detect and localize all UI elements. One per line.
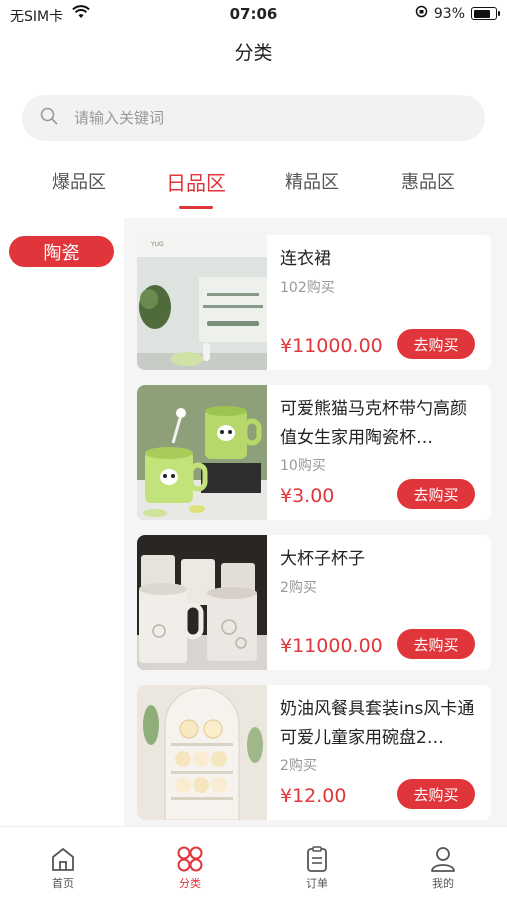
svg-text:YUG: YUG bbox=[150, 241, 164, 248]
product-price: ¥3.00 bbox=[280, 485, 335, 507]
product-price: ¥12.00 bbox=[280, 785, 347, 807]
search-input[interactable] bbox=[72, 108, 436, 128]
tab-label: 精品区 bbox=[285, 172, 339, 193]
product-card[interactable]: 可爱熊猫马克杯带勺高颜值女生家用陶瓷杯… 10购买 ¥3.00 去购买 bbox=[137, 385, 491, 520]
product-card[interactable]: 奶油风餐具套装ins风卡通可爱儿童家用碗盘2… 2购买 ¥12.00 去购买 bbox=[137, 685, 491, 820]
order-icon bbox=[277, 845, 357, 873]
tab-huipin[interactable]: 惠品区 bbox=[378, 168, 478, 194]
sold-count: 2购买 bbox=[280, 758, 317, 774]
user-icon bbox=[403, 845, 483, 873]
tabbar-item-orders[interactable]: 订单 bbox=[277, 845, 357, 891]
tab-active-indicator bbox=[179, 206, 213, 209]
tab-ripin[interactable]: 日品区 bbox=[146, 167, 246, 209]
tabbar-label: 我的 bbox=[432, 877, 454, 890]
search-bar[interactable] bbox=[22, 95, 485, 141]
product-card[interactable]: 大杯子杯子 2购买 ¥11000.00 去购买 bbox=[137, 535, 491, 670]
zone-tabs: 爆品区 日品区 精品区 惠品区 bbox=[0, 167, 507, 209]
status-right: 93% bbox=[415, 5, 500, 22]
product-image-panda-mug bbox=[137, 385, 267, 520]
tab-baopin[interactable]: 爆品区 bbox=[29, 168, 129, 194]
product-name: 奶油风餐具套装ins风卡通可爱儿童家用碗盘2… bbox=[280, 699, 475, 748]
product-name: 连衣裙 bbox=[280, 249, 331, 269]
home-icon bbox=[23, 845, 103, 873]
orientation-lock-icon bbox=[415, 5, 428, 22]
category-sidebar bbox=[0, 218, 124, 826]
tab-label: 日品区 bbox=[166, 171, 226, 195]
product-name: 大杯子杯子 bbox=[280, 549, 365, 569]
tabbar-label: 首页 bbox=[52, 877, 74, 890]
sidebar-item-ceramics[interactable]: 陶瓷 bbox=[9, 236, 114, 267]
product-price: ¥11000.00 bbox=[280, 335, 383, 357]
product-card[interactable]: YUG 连衣裙 102购买 ¥11000.00 去购买 bbox=[137, 235, 491, 370]
product-list[interactable]: YUG 连衣裙 102购买 ¥11000.00 去购买 可爱熊猫马克杯带勺高颜值… bbox=[124, 218, 507, 826]
tab-label: 惠品区 bbox=[401, 172, 455, 193]
battery-percent: 93% bbox=[433, 5, 465, 22]
product-name: 可爱熊猫马克杯带勺高颜值女生家用陶瓷杯… bbox=[280, 399, 467, 448]
product-image-dress: YUG bbox=[137, 235, 267, 370]
page-title: 分类 bbox=[234, 42, 273, 64]
category-icon bbox=[150, 845, 230, 873]
tab-label: 爆品区 bbox=[52, 172, 106, 193]
tabbar-label: 订单 bbox=[306, 877, 328, 890]
buy-button[interactable]: 去购买 bbox=[397, 779, 475, 809]
tabbar-label: 分类 bbox=[179, 877, 201, 890]
battery-icon bbox=[471, 7, 500, 20]
buy-button[interactable]: 去购买 bbox=[397, 329, 475, 359]
product-image-cups bbox=[137, 535, 267, 670]
search-icon bbox=[40, 107, 58, 129]
product-image-tableware bbox=[137, 685, 267, 820]
tab-jingpin[interactable]: 精品区 bbox=[262, 168, 362, 194]
sold-count: 2购买 bbox=[280, 580, 317, 596]
buy-button[interactable]: 去购买 bbox=[397, 479, 475, 509]
bottom-tab-bar: 首页 分类 订单 我的 bbox=[0, 826, 507, 901]
sidebar-item-label: 陶瓷 bbox=[43, 242, 80, 264]
sold-count: 102购买 bbox=[280, 280, 335, 296]
sold-count: 10购买 bbox=[280, 458, 326, 474]
tabbar-item-category[interactable]: 分类 bbox=[150, 845, 230, 891]
tabbar-item-profile[interactable]: 我的 bbox=[403, 845, 483, 891]
product-price: ¥11000.00 bbox=[280, 635, 383, 657]
status-bar: 无SIM卡 07:06 93% bbox=[0, 0, 507, 30]
tabbar-item-home[interactable]: 首页 bbox=[23, 845, 103, 891]
buy-button[interactable]: 去购买 bbox=[397, 629, 475, 659]
